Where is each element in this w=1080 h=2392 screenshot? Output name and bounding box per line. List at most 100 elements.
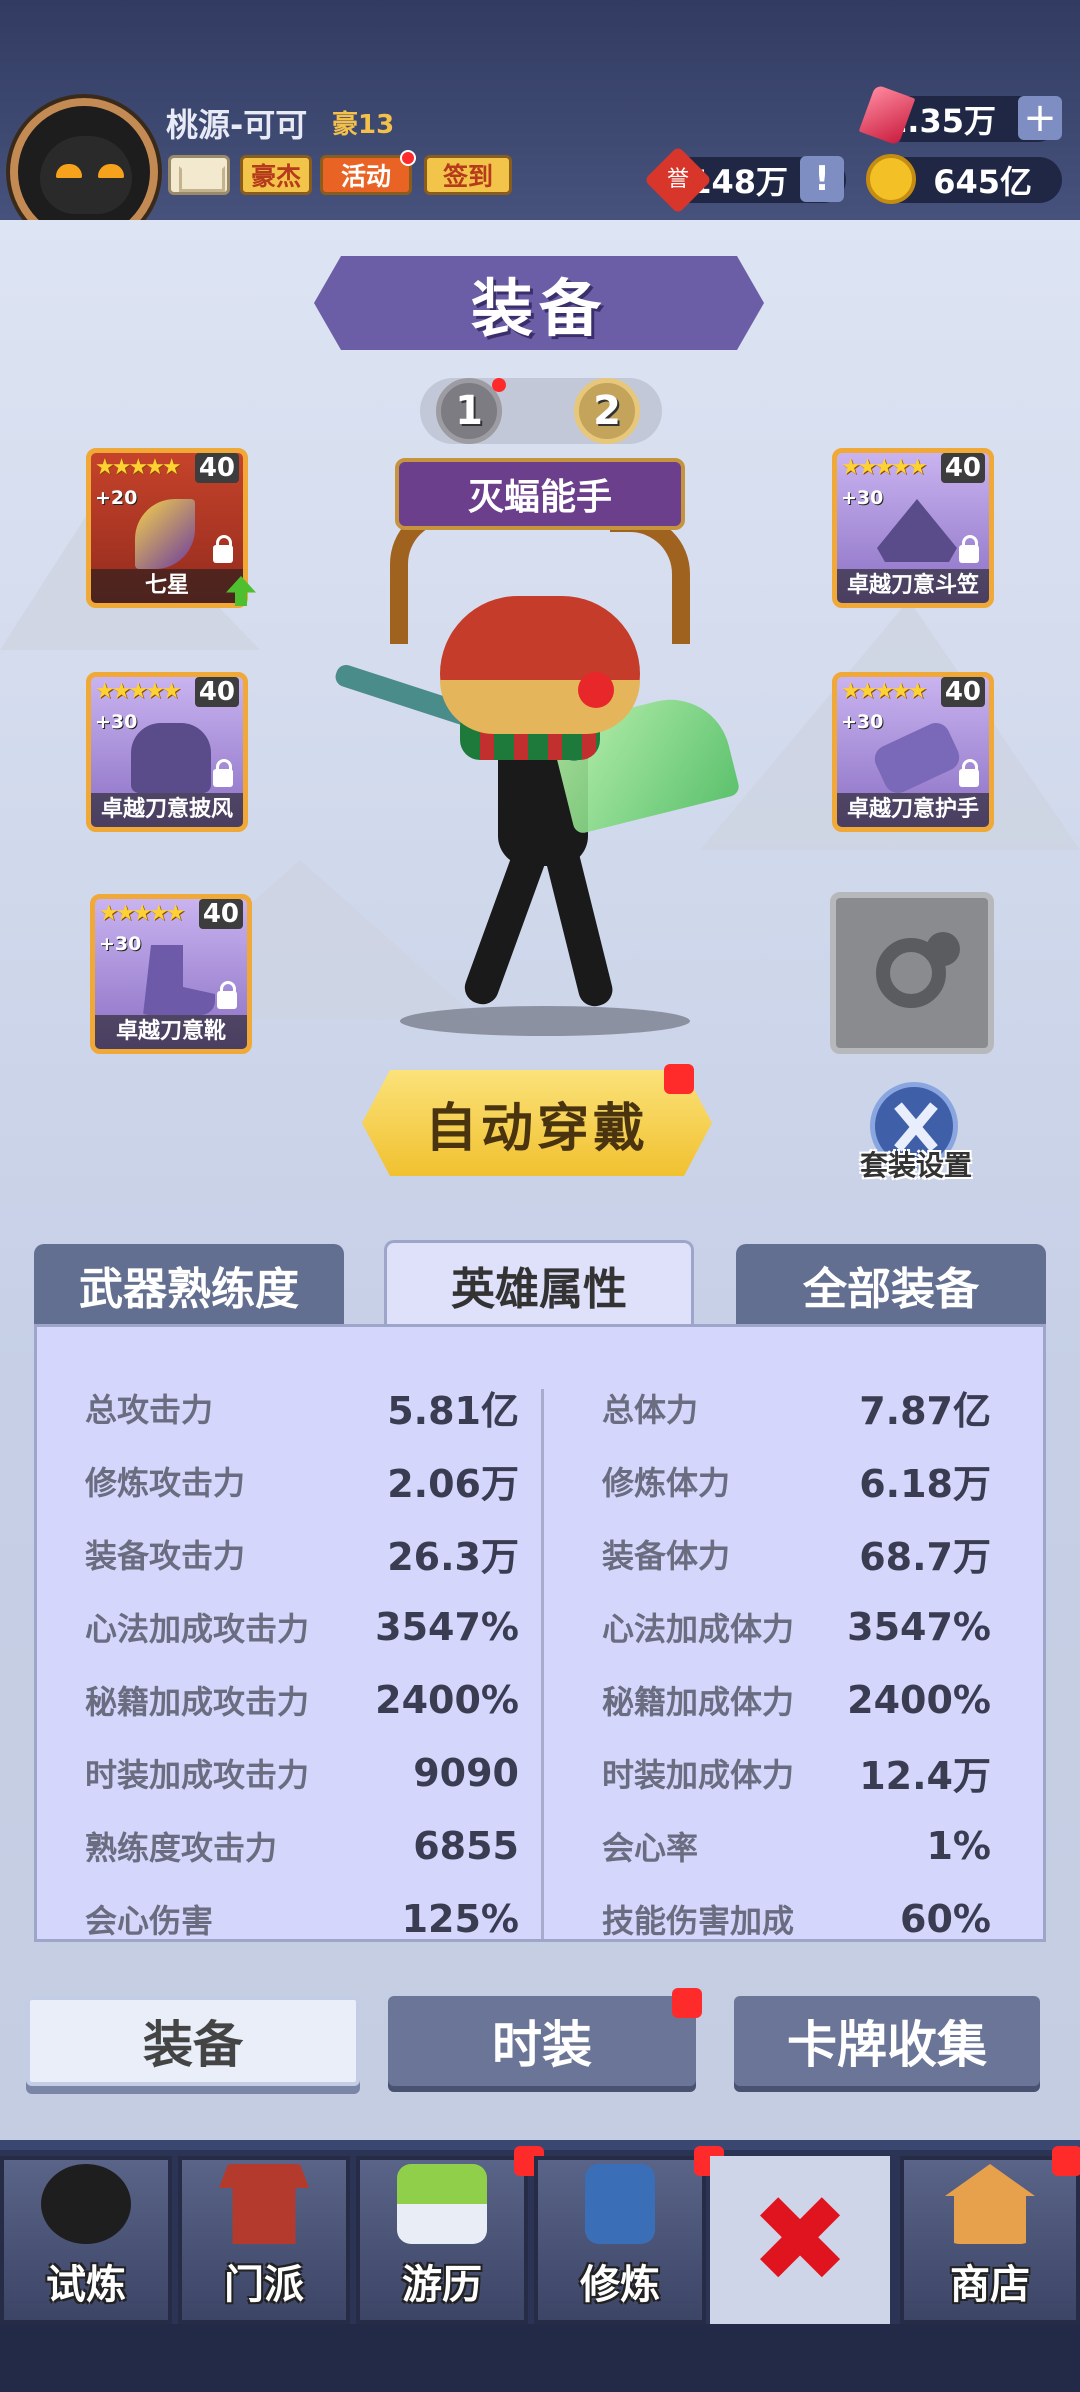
star-rating: ★★★★★ (95, 455, 182, 480)
hero-stats-panel: 总攻击力 5.81亿 修炼攻击力 2.06万 装备攻击力 26.3万 心法加成攻击力 3… (34, 1324, 1046, 1942)
item-name: 卓越刀意披风 (91, 793, 243, 827)
item-level: 40 (198, 899, 243, 929)
stat-label: 秘籍加成体力 (602, 1682, 795, 1721)
nav-label: 试炼 (46, 2262, 126, 2308)
honor-icon: 誉 (644, 146, 712, 214)
health-stats-column: 总体力 7.87亿 修炼体力 6.18万 装备体力 68.7万 心法加成体力 3547%… (544, 1371, 1043, 1941)
stat-label: 修炼体力 (602, 1463, 731, 1502)
gauntlet-icon (870, 718, 964, 798)
weapon-slot[interactable]: ★★★★★ 40 +20 七星 (86, 448, 248, 608)
tab-weapon-proficiency[interactable]: 武器熟练度 (34, 1244, 344, 1326)
enhance-level: +30 (841, 487, 884, 509)
stat-value: 1% (926, 1823, 991, 1868)
stat-value: 68.7万 (859, 1535, 991, 1579)
stat-value: 2400% (375, 1677, 519, 1722)
stat-label: 装备攻击力 (85, 1536, 246, 1575)
book-icon (585, 2164, 655, 2244)
character-shadow (400, 1006, 690, 1036)
nav-label: 商店 (950, 2262, 1030, 2308)
stat-row: 心法加成攻击力 3547% (37, 1590, 541, 1663)
auto-equip-notification-dot (664, 1064, 694, 1094)
lock-icon (213, 535, 233, 563)
hero-button[interactable]: 豪杰 (240, 155, 312, 195)
honor-info-button[interactable]: ! (800, 156, 844, 202)
shop-notification-dot (1052, 2146, 1080, 2176)
add-gems-button[interactable]: + (1018, 95, 1062, 141)
stat-value: 60% (900, 1896, 991, 1941)
stat-row: 会心率 1% (544, 1809, 1043, 1882)
player-name: 桃源-可可 (166, 106, 308, 144)
tab-equipment[interactable]: 装备 (26, 1996, 360, 2086)
close-menu-button[interactable]: ✖ (710, 2156, 890, 2324)
nav-travel[interactable]: 游历 (356, 2156, 528, 2324)
stat-value: 5.81亿 (387, 1389, 519, 1433)
stat-row: 时装加成体力 12.4万 (544, 1736, 1043, 1809)
nav-label: 游历 (402, 2262, 482, 2308)
mail-button[interactable] (168, 155, 230, 195)
nav-sect[interactable]: 门派 (178, 2156, 350, 2324)
stat-row: 秘籍加成攻击力 2400% (37, 1663, 541, 1736)
stat-row: 总体力 7.87亿 (544, 1371, 1043, 1444)
stat-value: 7.87亿 (859, 1389, 991, 1433)
stat-label: 会心伤害 (85, 1901, 214, 1940)
stat-row: 会心伤害 125% (37, 1882, 541, 1941)
stat-value: 125% (401, 1896, 519, 1941)
honor-icon-glyph: 誉 (666, 167, 689, 192)
stat-value: 3547% (375, 1604, 519, 1649)
stat-label: 熟练度攻击力 (85, 1828, 278, 1867)
stat-row: 心法加成体力 3547% (544, 1590, 1043, 1663)
stat-value: 26.3万 (387, 1535, 519, 1579)
activity-button[interactable]: 活动 (320, 155, 412, 195)
stat-label: 心法加成体力 (602, 1609, 795, 1648)
item-level: 40 (940, 453, 985, 483)
boots-icon (143, 945, 215, 1015)
nav-cultivate[interactable]: 修炼 (534, 2156, 706, 2324)
stat-row: 装备攻击力 26.3万 (37, 1517, 541, 1590)
gauntlet-slot[interactable]: ★★★★★ 40 +30 卓越刀意护手 (832, 672, 994, 832)
shop-icon (945, 2164, 1035, 2244)
boots-slot[interactable]: ★★★★★ 40 +30 卓越刀意靴 (90, 894, 252, 1054)
star-rating: ★★★★★ (95, 679, 182, 704)
lock-icon (213, 759, 233, 787)
item-name: 七星 (91, 569, 243, 603)
system-bottom-bar (0, 2324, 1080, 2392)
sword-icon (135, 499, 195, 569)
temple-icon (219, 2164, 309, 2244)
stat-label: 时装加成体力 (602, 1755, 795, 1794)
hat-icon (877, 499, 957, 562)
cloak-slot[interactable]: ★★★★★ 40 +30 卓越刀意披风 (86, 672, 248, 832)
stat-label: 秘籍加成攻击力 (85, 1682, 310, 1721)
fashion-notification-dot (672, 1988, 702, 2018)
nav-shop[interactable]: 商店 (900, 2156, 1080, 2324)
tab-hero-attributes[interactable]: 英雄属性 (384, 1240, 694, 1326)
stat-label: 技能伤害加成 (602, 1901, 795, 1940)
item-level: 40 (194, 677, 239, 707)
tab-fashion[interactable]: 时装 (388, 1996, 696, 2086)
tab-all-equipment[interactable]: 全部装备 (736, 1244, 1046, 1326)
nav-label: 修炼 (580, 2262, 660, 2308)
stat-value: 6.18万 (859, 1462, 991, 1506)
enhance-level: +20 (95, 487, 138, 509)
stat-row: 技能伤害加成 60% (544, 1882, 1043, 1941)
item-name: 卓越刀意护手 (837, 793, 989, 827)
attack-stats-column: 总攻击力 5.81亿 修炼攻击力 2.06万 装备攻击力 26.3万 心法加成攻击力 3… (37, 1371, 541, 1941)
item-level: 40 (194, 453, 239, 483)
suit-settings-label[interactable]: 套装设置 (848, 1144, 984, 1184)
tab-card-collection[interactable]: 卡牌收集 (734, 1996, 1040, 2086)
set-page-2[interactable]: 2 (574, 378, 640, 444)
enhance-level: +30 (95, 711, 138, 733)
stat-value: 12.4万 (859, 1754, 991, 1798)
stat-row: 时装加成攻击力 9090 (37, 1736, 541, 1809)
item-name: 卓越刀意靴 (95, 1015, 247, 1049)
hat-slot[interactable]: ★★★★★ 40 +30 卓越刀意斗笠 (832, 448, 994, 608)
vip-level: 豪13 (332, 110, 395, 140)
nav-trial[interactable]: 试炼 (0, 2156, 172, 2324)
enhance-level: +30 (841, 711, 884, 733)
hero-title-badge[interactable]: 灭蝠能手 (395, 458, 685, 530)
cloak-icon (131, 723, 211, 793)
ring-icon (876, 932, 960, 1008)
auto-equip-button[interactable]: 自动穿戴 (362, 1070, 712, 1176)
lock-icon (217, 981, 237, 1009)
signin-button[interactable]: 签到 (424, 155, 512, 195)
accessory-slot-empty[interactable] (830, 892, 994, 1054)
